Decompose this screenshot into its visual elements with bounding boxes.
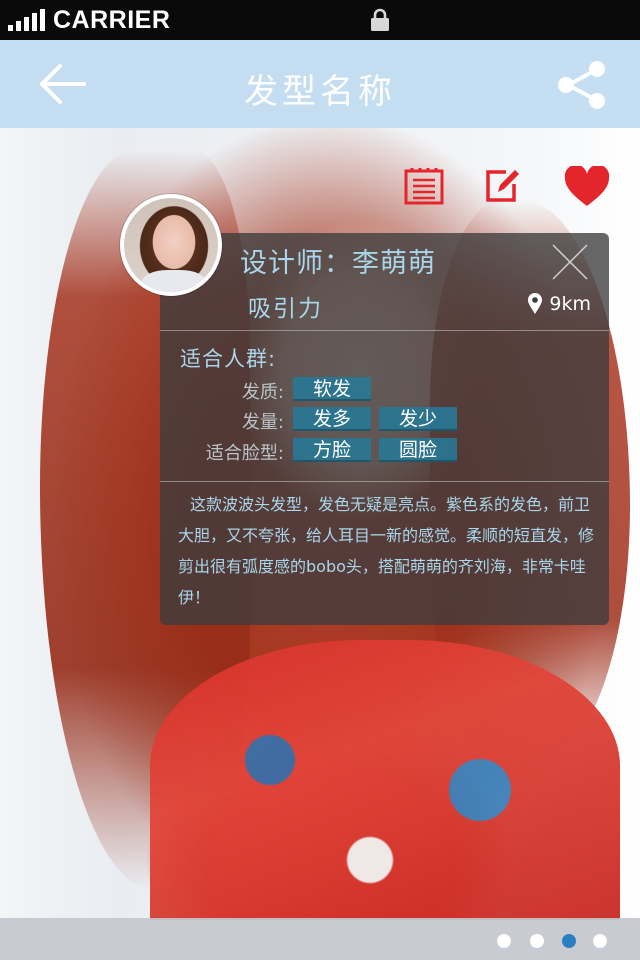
notepad-icon[interactable] [404, 168, 444, 206]
tag-thick-hair[interactable]: 发多 [293, 407, 371, 431]
nav-bar: 发型名称 [0, 40, 640, 128]
page-dot-4[interactable] [593, 934, 607, 948]
distance-value: 9km [549, 293, 591, 315]
suitable-group-title: 适合人群: [180, 347, 277, 371]
status-bar: CARRIER [0, 0, 640, 40]
page-title: 发型名称 [244, 72, 396, 112]
hair-volume-label: 发量: [241, 412, 284, 433]
face-shape-label: 适合脸型: [205, 443, 284, 464]
close-icon[interactable] [551, 243, 589, 281]
photo-dress [150, 640, 620, 920]
hairstyle-subtitle: 吸引力 [248, 296, 323, 322]
distance-readout: 9km [527, 293, 591, 315]
page-dot-3-active[interactable] [562, 934, 576, 948]
tag-thin-hair[interactable]: 发少 [379, 407, 457, 431]
lock-icon [371, 8, 389, 31]
signal-strength-icon [8, 9, 45, 31]
tag-round-face[interactable]: 圆脸 [379, 438, 457, 462]
page-dot-1[interactable] [497, 934, 511, 948]
edit-icon[interactable] [484, 168, 520, 204]
tag-soft-hair[interactable]: 软发 [293, 377, 371, 401]
carrier-label: CARRIER [53, 5, 171, 34]
hairstyle-description: 这款波波头发型，发色无疑是亮点。紫色系的发色，前卫大胆，又不夸张，给人耳目一新的… [178, 495, 595, 607]
card-divider-top [160, 330, 609, 331]
designer-name: 设计师：李萌萌 [240, 248, 436, 279]
tag-square-face[interactable]: 方脸 [293, 438, 371, 462]
share-icon[interactable] [556, 60, 608, 110]
pagination-bar [0, 918, 640, 960]
designer-avatar[interactable] [120, 194, 222, 296]
page-dot-2[interactable] [530, 934, 544, 948]
card-divider-bottom [160, 481, 609, 482]
designer-info-card: 设计师：李萌萌 吸引力 9km 适合人群: 发质: 软发 发量: 发多 发少 适… [160, 233, 609, 625]
heart-icon[interactable] [564, 166, 610, 208]
location-pin-icon [528, 293, 543, 314]
hair-texture-label: 发质: [241, 382, 284, 403]
